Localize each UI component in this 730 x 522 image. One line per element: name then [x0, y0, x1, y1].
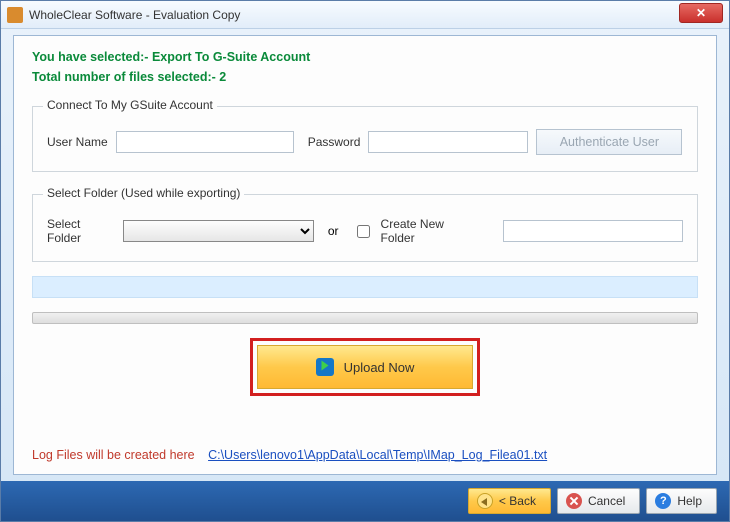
- new-folder-input[interactable]: [503, 220, 683, 242]
- create-folder-checkbox[interactable]: [357, 225, 370, 238]
- close-button[interactable]: ✕: [679, 3, 723, 23]
- title-bar: WholeClear Software - Evaluation Copy: [1, 1, 729, 29]
- back-button[interactable]: < Back: [468, 488, 551, 514]
- log-line: Log Files will be created here C:\Users\…: [32, 448, 547, 462]
- log-path-link[interactable]: C:\Users\lenovo1\AppData\Local\Temp\IMap…: [208, 448, 547, 462]
- upload-area: Upload Now: [32, 338, 698, 396]
- connect-legend: Connect To My GSuite Account: [43, 98, 217, 112]
- window-title: WholeClear Software - Evaluation Copy: [29, 8, 240, 22]
- app-window: WholeClear Software - Evaluation Copy ✕ …: [0, 0, 730, 522]
- file-count-summary: Total number of files selected:- 2: [32, 70, 698, 84]
- password-label: Password: [308, 135, 361, 149]
- footer-bar: < Back Cancel ? Help: [1, 481, 729, 521]
- app-icon: [7, 7, 23, 23]
- cancel-icon: [566, 493, 582, 509]
- upload-icon: [316, 358, 334, 376]
- help-label: Help: [677, 494, 702, 508]
- help-button[interactable]: ? Help: [646, 488, 717, 514]
- help-icon: ?: [655, 493, 671, 509]
- select-folder-dropdown[interactable]: [123, 220, 314, 242]
- progress-bar: [32, 312, 698, 324]
- content-area: You have selected:- Export To G-Suite Ac…: [13, 35, 717, 475]
- cancel-label: Cancel: [588, 494, 625, 508]
- or-label: or: [328, 224, 339, 238]
- folder-legend: Select Folder (Used while exporting): [43, 186, 244, 200]
- create-folder-label: Create New Folder: [381, 217, 477, 245]
- upload-highlight: Upload Now: [250, 338, 480, 396]
- upload-label: Upload Now: [344, 360, 415, 375]
- folder-fieldset: Select Folder (Used while exporting) Sel…: [32, 194, 698, 262]
- cancel-button[interactable]: Cancel: [557, 488, 640, 514]
- back-icon: [477, 493, 493, 509]
- username-label: User Name: [47, 135, 108, 149]
- authenticate-button: Authenticate User: [536, 129, 682, 155]
- log-label: Log Files will be created here: [32, 448, 195, 462]
- status-bar: [32, 276, 698, 298]
- password-input[interactable]: [368, 131, 528, 153]
- username-input[interactable]: [116, 131, 294, 153]
- back-label: < Back: [499, 494, 536, 508]
- upload-now-button[interactable]: Upload Now: [257, 345, 473, 389]
- select-folder-label: Select Folder: [47, 217, 115, 245]
- connect-fieldset: Connect To My GSuite Account User Name P…: [32, 106, 698, 172]
- selection-summary: You have selected:- Export To G-Suite Ac…: [32, 50, 698, 64]
